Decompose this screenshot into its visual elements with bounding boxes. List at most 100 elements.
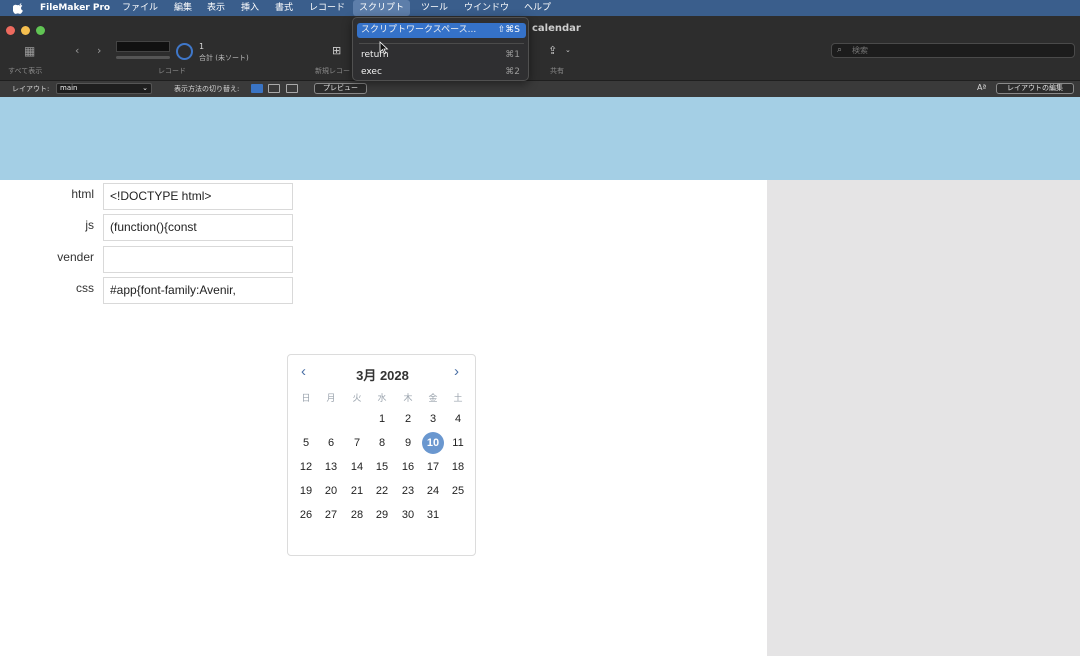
calendar-weekday: 日 xyxy=(301,393,311,403)
menu-help[interactable]: ヘルプ xyxy=(524,0,551,16)
record-progress-icon xyxy=(176,43,193,60)
layout-select[interactable]: main ⌄ xyxy=(56,83,152,94)
records-label: レコード xyxy=(158,67,186,75)
calendar-day[interactable]: 27 xyxy=(320,504,342,526)
calendar-day[interactable]: 4 xyxy=(447,408,469,430)
calendar-day[interactable]: 26 xyxy=(295,504,317,526)
field-label-html: html xyxy=(71,187,94,201)
menu-item-label: exec xyxy=(361,67,382,77)
new-record-icon[interactable]: ⊞ xyxy=(332,44,341,57)
menu-insert[interactable]: 挿入 xyxy=(241,0,259,16)
layout-select-value: main xyxy=(60,84,78,92)
menu-window[interactable]: ウインドウ xyxy=(464,0,509,16)
view-as-table-icon[interactable] xyxy=(286,84,298,93)
calendar-day[interactable]: 25 xyxy=(447,480,469,502)
menu-format[interactable]: 書式 xyxy=(275,0,293,16)
menu-item-shortcut: ⇧⌘S xyxy=(497,25,520,35)
calendar-day[interactable]: 1 xyxy=(371,408,393,430)
menu-view[interactable]: 表示 xyxy=(207,0,225,16)
calendar-day[interactable]: 19 xyxy=(295,480,317,502)
calendar-weekday: 火 xyxy=(352,393,362,403)
edit-layout-button[interactable]: レイアウトの編集 xyxy=(996,83,1074,94)
calendar-day[interactable]: 5 xyxy=(295,432,317,454)
record-total: 合計 (未ソート) xyxy=(199,54,249,62)
calendar-day[interactable]: 30 xyxy=(397,504,419,526)
field-label-js: js xyxy=(85,218,94,232)
minimize-window-button[interactable] xyxy=(21,26,30,35)
calendar-day[interactable]: 24 xyxy=(422,480,444,502)
field-label-vender: vender xyxy=(57,250,94,264)
calendar-next-icon[interactable]: › xyxy=(454,363,459,380)
new-record-label[interactable]: 新規レコー xyxy=(315,66,350,76)
menu-item-shortcut: ⌘2 xyxy=(505,67,520,77)
calendar-day[interactable]: 2 xyxy=(397,408,419,430)
calendar-day[interactable]: 22 xyxy=(371,480,393,502)
menu-app-name[interactable]: FileMaker Pro xyxy=(40,0,110,16)
calendar-day[interactable]: 9 xyxy=(397,432,419,454)
calendar-day[interactable]: 20 xyxy=(320,480,342,502)
menu-edit[interactable]: 編集 xyxy=(174,0,192,16)
js-field[interactable]: (function(){const xyxy=(103,214,293,241)
menu-file[interactable]: ファイル xyxy=(122,0,158,16)
calendar-day[interactable]: 8 xyxy=(371,432,393,454)
calendar-widget: ‹ 3月 2028 › 日月火水木金土 1 2 3 4 5 6 7 8 9 10 11 12 13 14 15… xyxy=(287,354,476,556)
calendar-day[interactable]: 6 xyxy=(320,432,342,454)
search-input[interactable] xyxy=(852,45,1062,56)
calendar-day-selected[interactable]: 10 xyxy=(422,432,444,454)
menu-item-label: スクリプトワークスペース... xyxy=(361,25,477,35)
html-field[interactable]: <!DOCTYPE html> xyxy=(103,183,293,210)
search-box[interactable]: ⌕ xyxy=(831,43,1075,58)
menu-bar: FileMaker Pro ファイル 編集 表示 挿入 書式 レコード スクリプ… xyxy=(0,0,1080,16)
apple-icon[interactable] xyxy=(13,2,25,14)
record-number-field[interactable] xyxy=(116,41,170,52)
calendar-day[interactable]: 21 xyxy=(346,480,368,502)
calendar-day[interactable]: 28 xyxy=(346,504,368,526)
calendar-day[interactable]: 7 xyxy=(346,432,368,454)
calendar-weekday: 金 xyxy=(428,393,438,403)
next-record-icon[interactable]: › xyxy=(97,44,101,57)
calendar-day[interactable]: 14 xyxy=(346,456,368,478)
window-title: calendar xyxy=(532,23,581,34)
menu-item-script-workspace[interactable]: スクリプトワークスペース... ⇧⌘S xyxy=(357,23,526,38)
calendar-weekday: 水 xyxy=(377,393,387,403)
view-as-form-icon[interactable] xyxy=(251,84,263,93)
prev-record-icon[interactable]: ‹ xyxy=(75,44,79,57)
preview-button[interactable]: プレビュー xyxy=(314,83,367,94)
calendar-day[interactable]: 29 xyxy=(371,504,393,526)
calendar-weekday: 木 xyxy=(403,393,413,403)
calendar-day[interactable]: 23 xyxy=(397,480,419,502)
calendar-day[interactable]: 13 xyxy=(320,456,342,478)
close-window-button[interactable] xyxy=(6,26,15,35)
show-all-icon[interactable]: ▦ xyxy=(24,44,35,58)
calendar-day[interactable]: 11 xyxy=(447,432,469,454)
layout-gutter xyxy=(767,180,1080,656)
show-all-label[interactable]: すべて表示 xyxy=(8,66,42,76)
record-count: 1 xyxy=(199,42,205,51)
calendar-day[interactable]: 18 xyxy=(447,456,469,478)
calendar-month-title: 3月 2028 xyxy=(356,368,409,383)
css-field[interactable]: #app{font-family:Avenir, xyxy=(103,277,293,304)
vender-field[interactable] xyxy=(103,246,293,273)
zoom-window-button[interactable] xyxy=(36,26,45,35)
menu-item-exec[interactable]: exec ⌘2 xyxy=(357,65,526,80)
mouse-cursor-icon xyxy=(379,41,389,55)
record-slider[interactable] xyxy=(116,56,170,59)
font-size-icon[interactable]: Aª xyxy=(977,83,986,92)
menu-tools[interactable]: ツール xyxy=(421,0,448,16)
layout-bar: レイアウト: main ⌄ 表示方法の切り替え: プレビュー Aª レイアウトの… xyxy=(0,80,1080,97)
calendar-day[interactable]: 15 xyxy=(371,456,393,478)
calendar-day[interactable]: 31 xyxy=(422,504,444,526)
calendar-day[interactable]: 3 xyxy=(422,408,444,430)
view-as-list-icon[interactable] xyxy=(268,84,280,93)
calendar-weekday: 月 xyxy=(326,393,336,403)
share-label[interactable]: 共有 xyxy=(550,66,564,76)
calendar-day[interactable]: 17 xyxy=(422,456,444,478)
share-icon[interactable]: ⇪ xyxy=(548,44,557,57)
menu-item-shortcut: ⌘1 xyxy=(505,50,520,60)
calendar-day[interactable]: 16 xyxy=(397,456,419,478)
calendar-weekday: 土 xyxy=(453,393,463,403)
menu-records[interactable]: レコード xyxy=(309,0,345,16)
calendar-day[interactable]: 12 xyxy=(295,456,317,478)
menu-scripts[interactable]: スクリプト xyxy=(353,0,411,16)
share-chevron-icon[interactable]: ⌄ xyxy=(565,46,571,54)
